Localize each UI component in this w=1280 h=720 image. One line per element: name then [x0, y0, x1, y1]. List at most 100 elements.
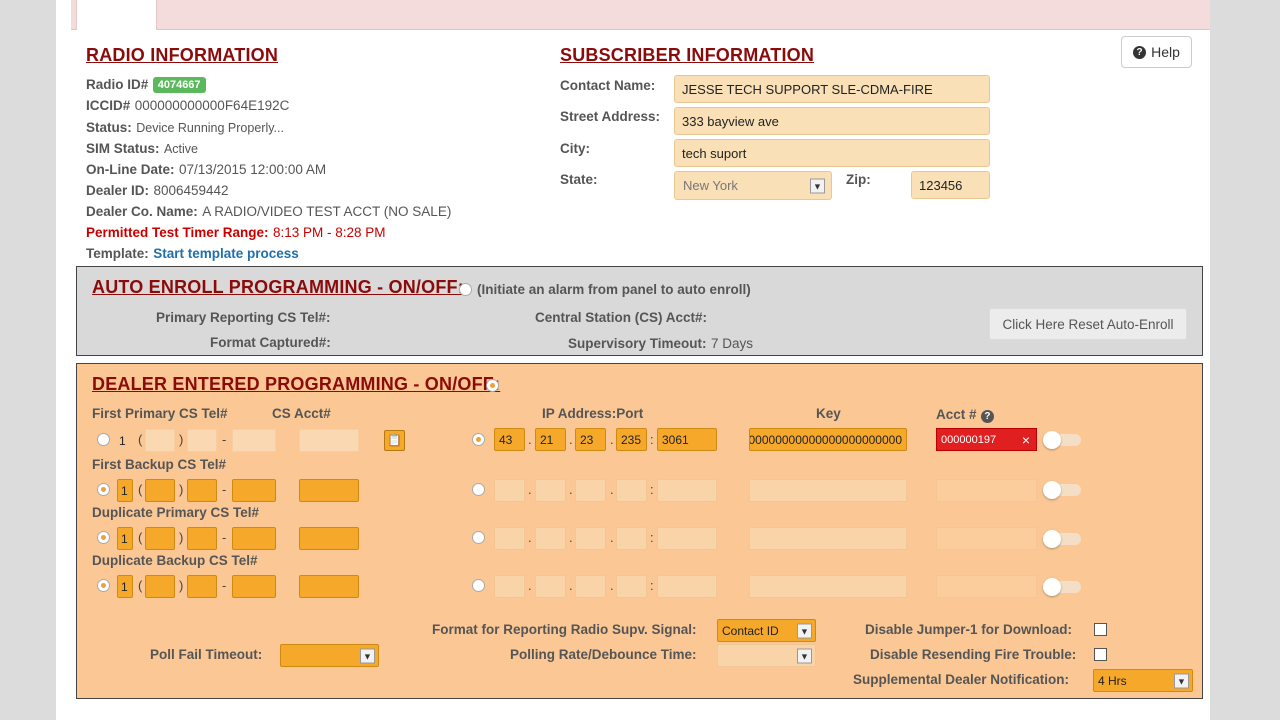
- primary-prefix[interactable]: [187, 429, 217, 452]
- polling-rate-label: Polling Rate/Debounce Time:: [510, 647, 697, 662]
- backup-ip-octet-3[interactable]: [575, 479, 606, 502]
- dup-backup-port[interactable]: [657, 575, 717, 598]
- dup-backup-acct-field[interactable]: [936, 575, 1037, 598]
- dup-backup-prefix[interactable]: [187, 575, 217, 598]
- primary-ip-octet-3[interactable]: 23: [575, 428, 606, 451]
- primary-acct-field[interactable]: 000000197 ×: [936, 428, 1037, 451]
- chevron-down-icon: ▼: [1174, 673, 1189, 688]
- dup-primary-key-field[interactable]: [749, 527, 907, 550]
- primary-ip-octet-1[interactable]: 43: [494, 428, 525, 451]
- backup-country-code[interactable]: 1: [117, 479, 133, 502]
- backup-enable-toggle[interactable]: [1043, 481, 1081, 499]
- dup-backup-tel-radio[interactable]: [97, 579, 110, 592]
- supervisory-row: Supervisory Timeout: 7 Days: [568, 335, 753, 353]
- backup-cs-acct[interactable]: [299, 479, 359, 502]
- dup-backup-cs-acct[interactable]: [299, 575, 359, 598]
- backup-key-field[interactable]: [749, 479, 907, 502]
- city-label: City:: [560, 141, 590, 156]
- dup-primary-ip-octet-2[interactable]: [535, 527, 566, 550]
- dot: .: [569, 432, 573, 447]
- close-icon[interactable]: ×: [1022, 432, 1030, 448]
- zip-field[interactable]: 123456: [911, 171, 990, 199]
- dup-primary-ip-octet-1[interactable]: [494, 527, 525, 550]
- contact-name-field[interactable]: JESSE TECH SUPPORT SLE-CDMA-FIRE: [674, 75, 990, 103]
- radio-id-row: Radio ID# 4074667: [86, 76, 206, 94]
- backup-acct-field[interactable]: [936, 479, 1037, 502]
- dup-primary-prefix[interactable]: [187, 527, 217, 550]
- poll-fail-timeout-select[interactable]: ▼: [280, 644, 379, 667]
- dup-backup-ip-octet-2[interactable]: [535, 575, 566, 598]
- primary-cs-acct[interactable]: [299, 429, 359, 452]
- dup-backup-ip-radio[interactable]: [472, 579, 485, 592]
- dup-backup-country-code[interactable]: 1: [117, 575, 133, 598]
- chevron-down-icon: ▼: [810, 178, 825, 193]
- primary-line[interactable]: [232, 429, 276, 452]
- auto-enroll-toggle-radio[interactable]: [459, 283, 472, 296]
- backup-prefix[interactable]: [187, 479, 217, 502]
- dup-backup-enable-toggle[interactable]: [1043, 578, 1081, 596]
- dot: .: [610, 530, 614, 545]
- dup-primary-port[interactable]: [657, 527, 717, 550]
- template-row: Template: Start template process: [86, 245, 299, 263]
- format-reporting-select[interactable]: Contact ID ▼: [717, 619, 816, 642]
- supplemental-notification-select[interactable]: 4 Hrs ▼: [1093, 669, 1193, 692]
- clipboard-icon[interactable]: 📋: [384, 430, 405, 451]
- primary-ip-octet-4[interactable]: 235: [616, 428, 647, 451]
- dup-primary-cs-acct[interactable]: [299, 527, 359, 550]
- dup-backup-ip-octet-1[interactable]: [494, 575, 525, 598]
- disable-resend-checkbox[interactable]: [1094, 648, 1107, 661]
- dup-primary-ip-octet-4[interactable]: [616, 527, 647, 550]
- start-template-link[interactable]: Start template process: [153, 246, 299, 261]
- backup-ip-octet-2[interactable]: [535, 479, 566, 502]
- dup-primary-line[interactable]: [232, 527, 276, 550]
- reset-auto-enroll-button[interactable]: Click Here Reset Auto-Enroll: [989, 308, 1187, 340]
- help-button[interactable]: ? Help: [1121, 36, 1192, 68]
- contact-name-label: Contact Name:: [560, 78, 656, 93]
- backup-tel-radio[interactable]: [97, 483, 110, 496]
- dealer-co-value: A RADIO/VIDEO TEST ACCT (NO SALE): [202, 204, 452, 219]
- colon: :: [650, 578, 654, 593]
- primary-country-code[interactable]: 1: [117, 429, 133, 452]
- dup-backup-ip-octet-4[interactable]: [616, 575, 647, 598]
- backup-ip-octet-4[interactable]: [616, 479, 647, 502]
- state-select[interactable]: New York ▼: [674, 171, 832, 200]
- backup-port[interactable]: [657, 479, 717, 502]
- sim-row: SIM Status: Active: [86, 140, 198, 158]
- dup-primary-tel-radio[interactable]: [97, 531, 110, 544]
- poll-fail-timeout-label: Poll Fail Timeout:: [150, 647, 263, 662]
- primary-ip-radio[interactable]: [472, 433, 485, 446]
- dup-backup-line[interactable]: [232, 575, 276, 598]
- dup-primary-acct-field[interactable]: [936, 527, 1037, 550]
- dup-backup-ip-octet-3[interactable]: [575, 575, 606, 598]
- acct-header-label: Acct #: [936, 407, 977, 422]
- polling-rate-select[interactable]: ▼: [717, 644, 816, 667]
- chevron-down-icon: ▼: [797, 648, 812, 663]
- supplemental-notification-label: Supplemental Dealer Notification:: [853, 672, 1070, 687]
- question-circle-icon[interactable]: ?: [980, 410, 994, 423]
- disable-jumper-checkbox[interactable]: [1094, 623, 1107, 636]
- primary-area-code[interactable]: [145, 429, 175, 452]
- backup-area-code[interactable]: [145, 479, 175, 502]
- primary-enable-toggle[interactable]: [1043, 431, 1081, 449]
- backup-line[interactable]: [232, 479, 276, 502]
- city-field[interactable]: tech suport: [674, 139, 990, 167]
- primary-port[interactable]: 3061: [657, 428, 717, 451]
- active-tab[interactable]: [76, 0, 157, 30]
- dealer-programming-toggle-radio[interactable]: [486, 379, 499, 392]
- dup-primary-ip-octet-3[interactable]: [575, 527, 606, 550]
- backup-ip-octet-1[interactable]: [494, 479, 525, 502]
- dup-primary-country-code[interactable]: 1: [117, 527, 133, 550]
- primary-ip-octet-2[interactable]: 21: [535, 428, 566, 451]
- dup-primary-area-code[interactable]: [145, 527, 175, 550]
- backup-ip-radio[interactable]: [472, 483, 485, 496]
- primary-key-field[interactable]: 000000000000000000000000: [749, 428, 907, 451]
- dash: -: [222, 482, 227, 497]
- dup-backup-area-code[interactable]: [145, 575, 175, 598]
- dup-backup-key-field[interactable]: [749, 575, 907, 598]
- street-address-field[interactable]: 333 bayview ave: [674, 107, 990, 135]
- primary-tel-radio[interactable]: [97, 433, 110, 446]
- auto-enroll-panel: AUTO ENROLL PROGRAMMING - ON/OFF: (Initi…: [76, 266, 1203, 356]
- dup-primary-enable-toggle[interactable]: [1043, 530, 1081, 548]
- status-row: Status: Device Running Properly...: [86, 119, 284, 137]
- dup-primary-ip-radio[interactable]: [472, 531, 485, 544]
